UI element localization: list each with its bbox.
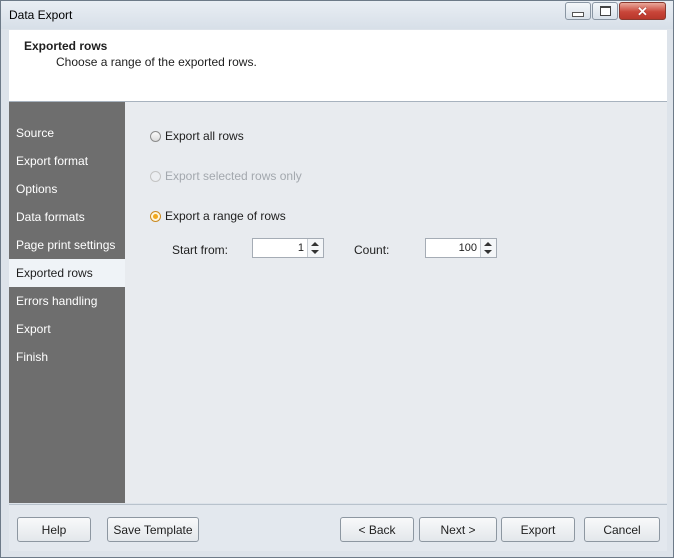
minimize-icon <box>572 11 584 17</box>
sidebar-item-finish[interactable]: Finish <box>9 345 125 371</box>
spin-up-icon[interactable] <box>484 242 492 246</box>
sidebar-item-data-formats[interactable]: Data formats <box>9 205 125 231</box>
save-template-button[interactable]: Save Template <box>107 517 199 542</box>
spin-up-icon[interactable] <box>311 242 319 246</box>
spin-down-icon[interactable] <box>311 250 319 254</box>
export-all-rows-label: Export all rows <box>165 129 244 143</box>
title-bar[interactable]: Data Export ✕ <box>1 1 673 29</box>
sidebar-item-export[interactable]: Export <box>9 317 125 343</box>
start-from-spin-buttons[interactable] <box>307 239 323 257</box>
export-all-rows-option[interactable]: Export all rows <box>150 127 244 145</box>
count-value[interactable]: 100 <box>459 242 477 254</box>
wizard-sidebar: Source Export format Options Data format… <box>9 102 125 503</box>
export-range-radio[interactable] <box>150 210 161 222</box>
maximize-icon <box>599 6 611 16</box>
start-from-label: Start from: <box>172 243 229 257</box>
close-button[interactable]: ✕ <box>619 2 666 20</box>
sidebar-item-source[interactable]: Source <box>9 121 125 147</box>
export-selected-rows-label: Export selected rows only <box>165 169 302 183</box>
sidebar-item-export-format[interactable]: Export format <box>9 149 125 175</box>
close-icon: ✕ <box>637 3 648 19</box>
sidebar-item-options[interactable]: Options <box>9 177 125 203</box>
data-export-window: Data Export ✕ Exported rows Choose a ran… <box>0 0 674 558</box>
button-bar: Help Save Template < Back Next > Export … <box>9 504 667 551</box>
content-panel: Export all rows Export selected rows onl… <box>125 102 667 503</box>
export-button[interactable]: Export <box>501 517 575 542</box>
sidebar-item-errors-handling[interactable]: Errors handling <box>9 289 125 315</box>
count-spinner[interactable]: 100 <box>425 238 497 258</box>
export-range-option[interactable]: Export a range of rows <box>150 207 286 225</box>
window-title: Data Export <box>9 8 73 22</box>
sidebar-item-page-print-settings[interactable]: Page print settings <box>9 233 125 259</box>
help-button[interactable]: Help <box>17 517 91 542</box>
export-selected-rows-option: Export selected rows only <box>150 167 302 185</box>
spin-down-icon[interactable] <box>484 250 492 254</box>
sidebar-item-exported-rows[interactable]: Exported rows <box>9 259 125 287</box>
start-from-spinner[interactable]: 1 <box>252 238 324 258</box>
next-button[interactable]: Next > <box>419 517 497 542</box>
export-range-label: Export a range of rows <box>165 209 286 223</box>
start-from-value[interactable]: 1 <box>298 242 304 254</box>
back-button[interactable]: < Back <box>340 517 414 542</box>
cancel-button[interactable]: Cancel <box>584 517 660 542</box>
export-selected-rows-radio <box>150 170 161 182</box>
count-label: Count: <box>354 243 390 257</box>
export-all-rows-radio[interactable] <box>150 130 161 142</box>
page-subtitle: Choose a range of the exported rows. <box>56 55 257 69</box>
count-spin-buttons[interactable] <box>480 239 496 257</box>
page-title: Exported rows <box>24 39 108 53</box>
maximize-button[interactable] <box>592 2 618 20</box>
page-header: Exported rows Choose a range of the expo… <box>9 30 667 102</box>
minimize-button[interactable] <box>565 2 591 20</box>
